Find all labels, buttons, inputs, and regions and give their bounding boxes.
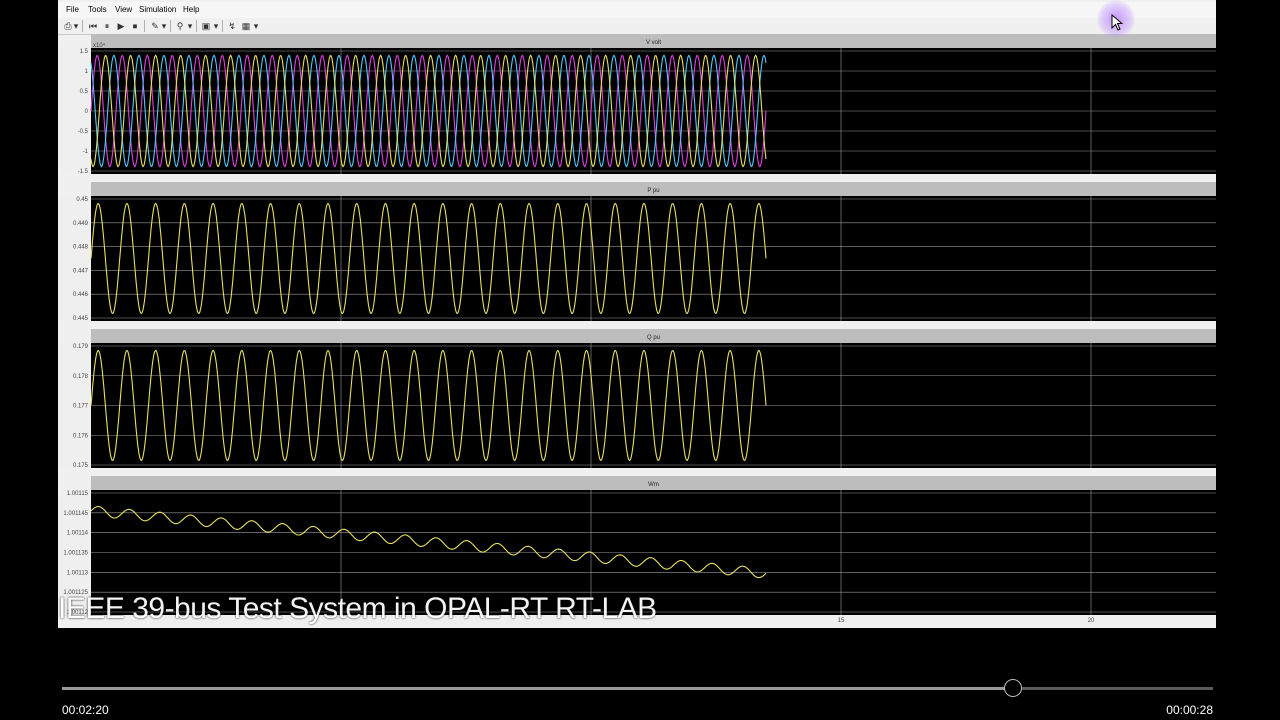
trigger-icon[interactable]: ↯ (227, 21, 237, 31)
menu-file[interactable]: File (66, 5, 79, 14)
remaining-time: 00:00:28 (1166, 703, 1213, 717)
toolbar-separator (82, 20, 83, 32)
x-tick-label: 20 (1088, 618, 1095, 624)
x-tick-label: 15 (838, 618, 845, 624)
video-title-overlay: IEEE 39-bus Test System in OPAL-RT RT-LA… (58, 592, 657, 625)
y-tick-label: 0.446 (73, 292, 89, 298)
y-tick-label: 0.179 (73, 344, 89, 350)
y-tick-label: 0.449 (73, 221, 89, 227)
seek-progress (62, 687, 1013, 690)
toolbar-separator (196, 20, 197, 32)
seek-bar[interactable] (62, 687, 1213, 690)
menu-bar: File Tools View Simulation Help (58, 2, 1216, 18)
scope-plots: V volt1.510.50-0.5-1-1.5x10⁴P pu0.450.44… (58, 34, 1216, 624)
y-tick-label: -1.5 (78, 169, 89, 175)
mouse-pointer-icon (1111, 14, 1123, 31)
y-exponent-label: x10⁴ (93, 42, 106, 49)
y-tick-label: 1.00113 (67, 570, 89, 576)
y-tick-label: -0.5 (78, 129, 89, 135)
dropdown-icon[interactable]: ▾ (73, 21, 79, 31)
toolbar-separator (144, 20, 145, 32)
y-tick-label: -1 (83, 149, 89, 155)
plot-area (91, 196, 1216, 321)
fit-icon[interactable]: ▣ (201, 21, 211, 31)
y-tick-label: 1.00114 (67, 531, 89, 537)
toolbar-separator (170, 20, 171, 32)
step-back-icon[interactable]: ⏮ (88, 21, 98, 31)
y-tick-label: 0.447 (73, 268, 89, 274)
y-tick-label: 1.001145 (63, 511, 88, 517)
y-tick-label: 1.00115 (67, 491, 89, 497)
toolbar-separator (222, 20, 223, 32)
y-tick-label: 0.448 (73, 245, 89, 251)
dropdown-icon[interactable]: ▾ (161, 21, 167, 31)
menu-view[interactable]: View (115, 5, 132, 14)
y-axis-strip (58, 196, 91, 321)
printer-icon[interactable]: ⎙ (63, 21, 73, 31)
current-time: 00:02:20 (62, 703, 109, 717)
panel-title: V volt (646, 40, 661, 46)
y-tick-label: 0.178 (73, 374, 89, 380)
zoom-icon[interactable]: ⚲ (175, 21, 185, 31)
y-tick-label: 0.177 (73, 404, 89, 410)
stop-icon[interactable]: ⏹ (130, 21, 140, 31)
scope-window: File Tools View Simulation Help ⎙ ▾ ⏮ ⏸ … (58, 0, 1216, 628)
toolbar: ⎙ ▾ ⏮ ⏸ ▶ ⏹ ✎ ▾ ⚲ ▾ ▣ ▾ ↯ ▦ ▾ (58, 18, 1216, 35)
seek-thumb[interactable] (1003, 679, 1022, 697)
highlight-icon[interactable]: ✎ (150, 21, 160, 31)
style-icon[interactable]: ▦ (241, 21, 251, 31)
y-tick-label: 1.5 (80, 49, 89, 55)
y-tick-label: 0.45 (76, 197, 88, 203)
dropdown-icon[interactable]: ▾ (187, 21, 193, 31)
menu-tools[interactable]: Tools (88, 5, 107, 14)
panel-title: P pu (647, 188, 659, 194)
y-tick-label: 1.001135 (63, 551, 88, 557)
panel-title: Wm (648, 482, 659, 488)
menu-help[interactable]: Help (183, 5, 199, 14)
y-tick-label: 0.176 (73, 433, 89, 439)
dropdown-icon[interactable]: ▾ (253, 21, 259, 31)
play-icon[interactable]: ▶ (116, 21, 126, 31)
y-tick-label: 0.175 (73, 463, 89, 469)
panel-title: Q pu (647, 335, 660, 341)
y-tick-label: 0.445 (73, 316, 89, 322)
y-tick-label: 0.5 (80, 89, 89, 95)
dropdown-icon[interactable]: ▾ (213, 21, 219, 31)
menu-simulation[interactable]: Simulation (139, 5, 176, 14)
pause-icon[interactable]: ⏸ (102, 21, 112, 31)
